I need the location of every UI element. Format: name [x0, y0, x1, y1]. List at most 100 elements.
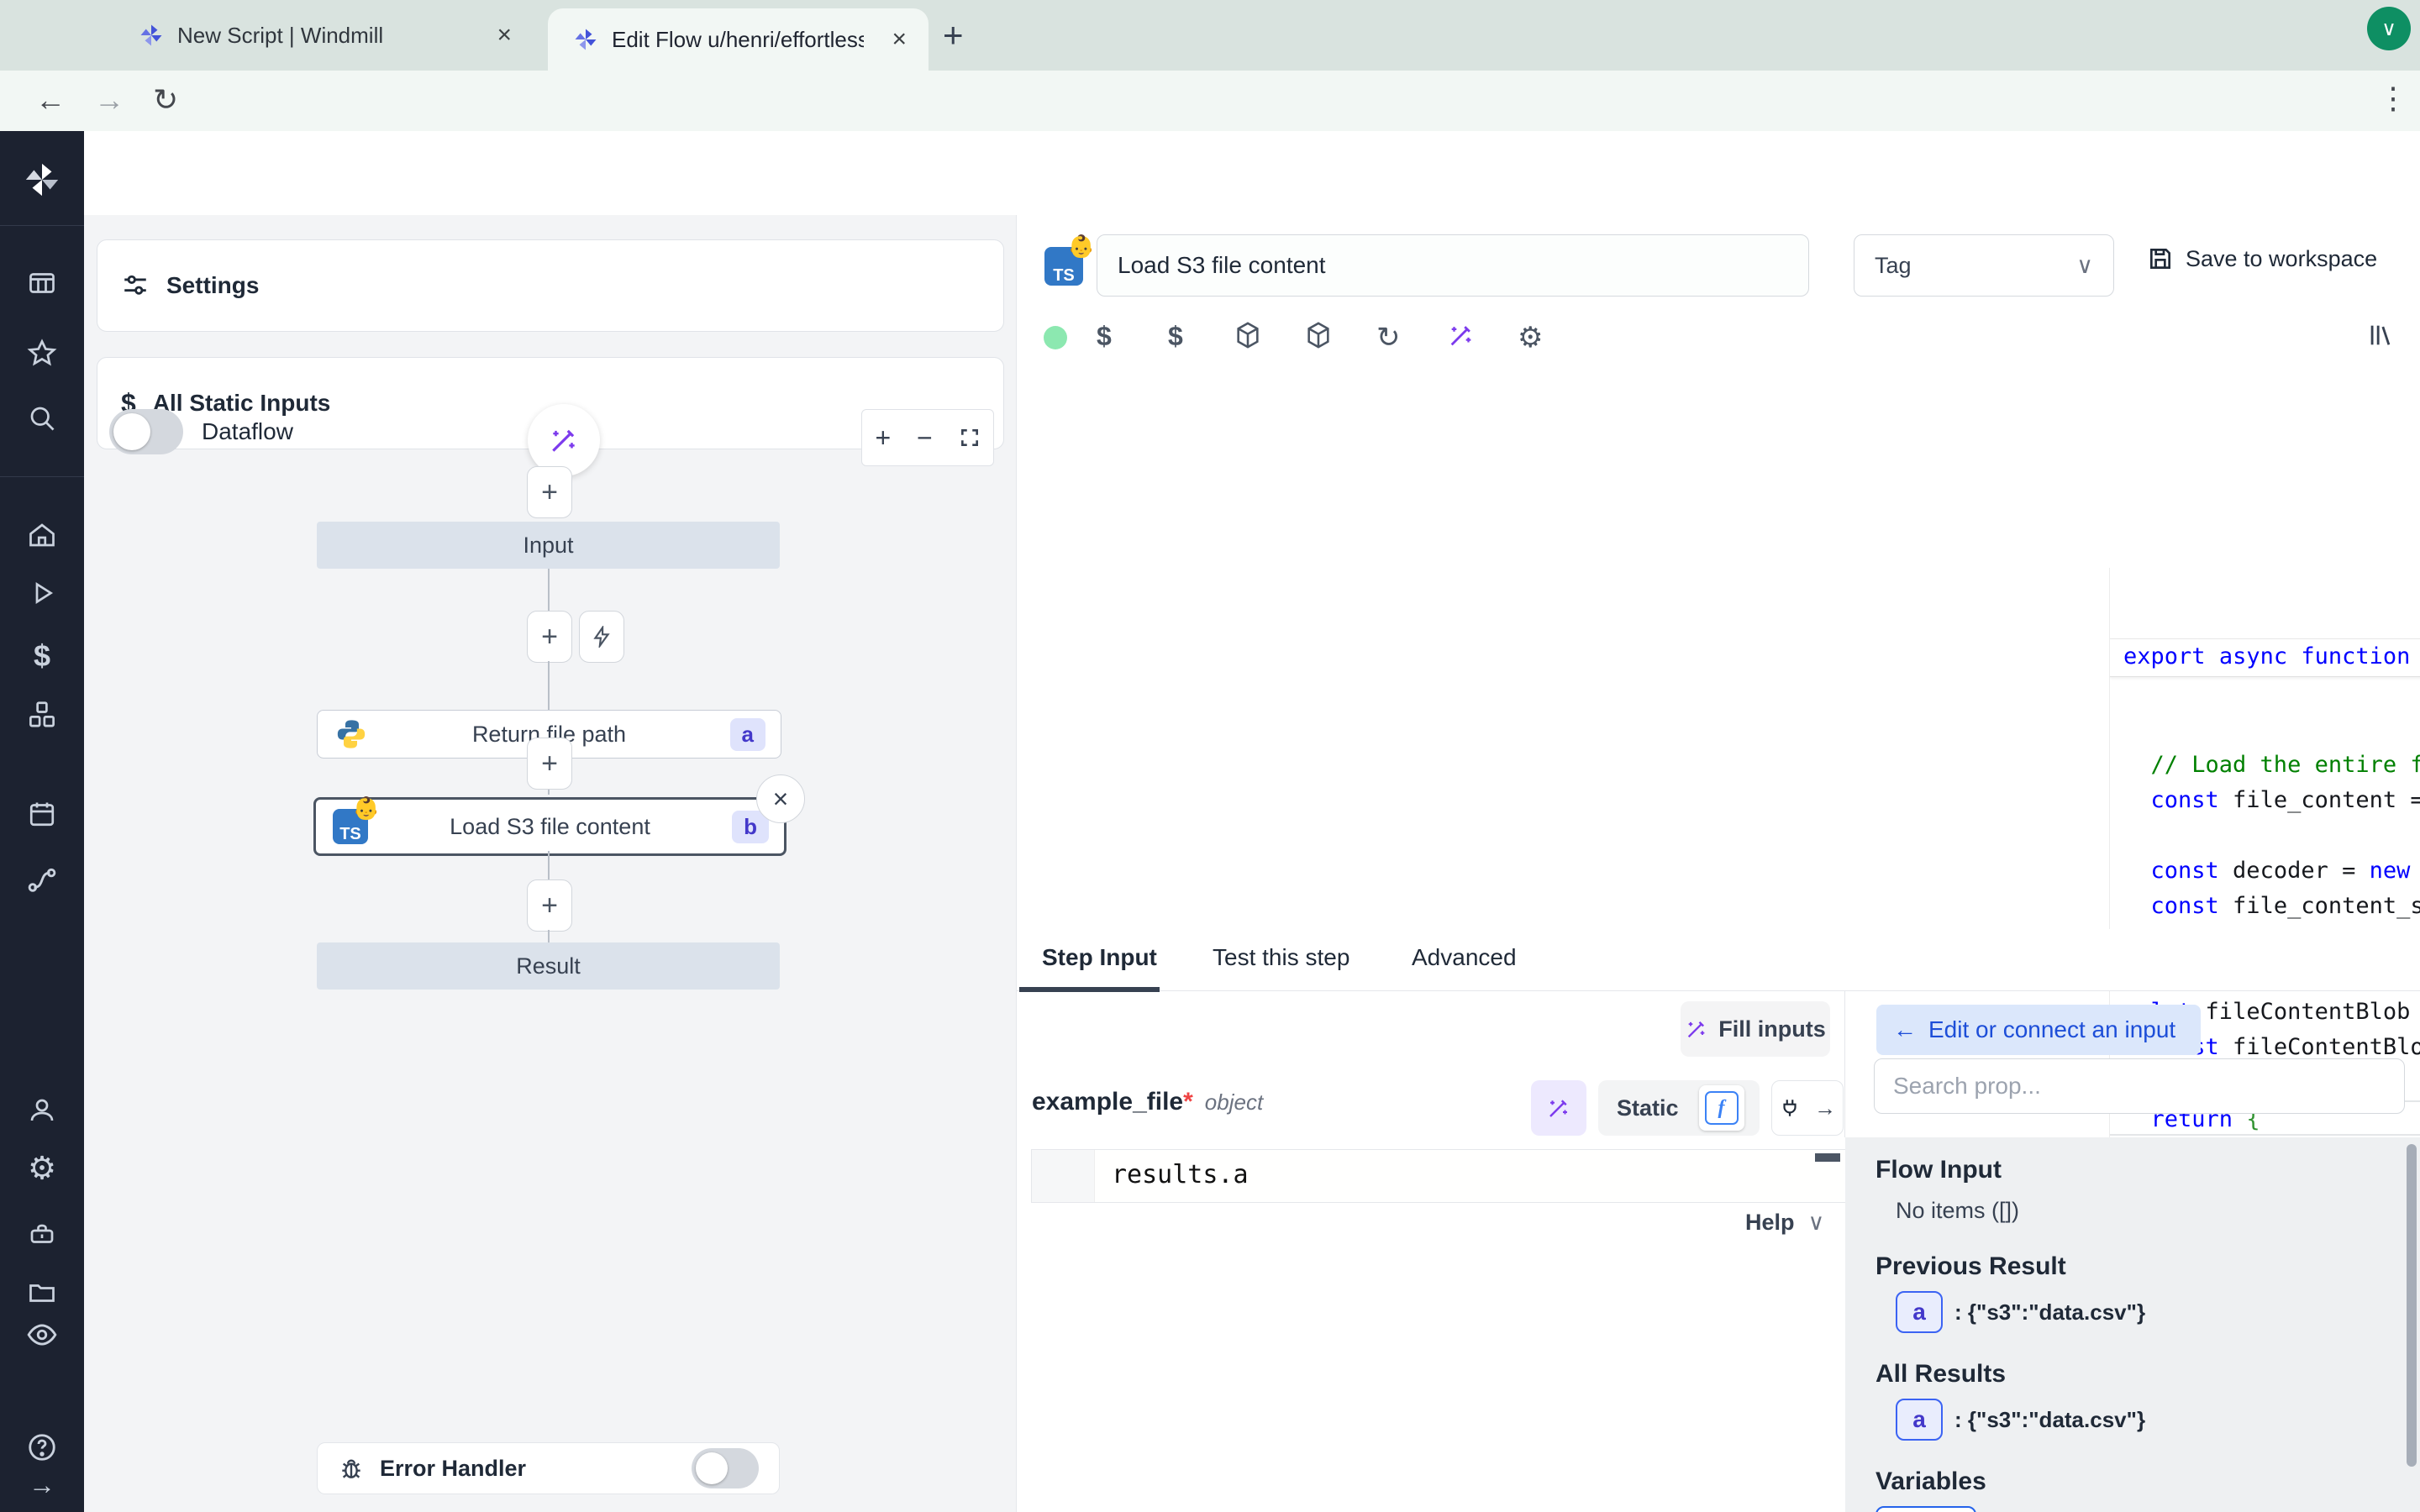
save-to-workspace-button[interactable]: Save to workspace — [2147, 245, 2377, 272]
routes-icon[interactable] — [26, 864, 58, 895]
code-line[interactable]: const file_content_str = decoder.decode(… — [2110, 889, 2420, 924]
result-key-badge[interactable]: a — [1896, 1291, 1943, 1333]
plus-icon: + — [541, 476, 558, 509]
code-sticky-line[interactable]: export async function main(example_file:… — [2110, 638, 2420, 677]
reload-icon[interactable]: ↻ — [153, 82, 178, 118]
arg-expression-editor[interactable]: results.a — [1031, 1149, 1846, 1203]
folders-icon[interactable] — [27, 1277, 57, 1307]
static-javascript-toggle[interactable]: Static f — [1598, 1080, 1760, 1136]
code-line[interactable]: const file_content = await windmillClien… — [2110, 783, 2420, 818]
ai-fill-arg-button[interactable] — [1531, 1080, 1586, 1136]
new-tab-button[interactable]: + — [943, 15, 964, 55]
browser-menu-kebab-icon[interactable]: ⋮ — [2378, 81, 2408, 116]
flow-settings-button[interactable]: Settings — [97, 239, 1004, 332]
close-icon[interactable]: × — [892, 25, 907, 54]
flow-result-node[interactable]: Result — [317, 942, 780, 990]
add-step-top-button[interactable]: + — [527, 466, 572, 518]
resources-icon[interactable] — [26, 699, 58, 731]
library-icon[interactable] — [2366, 321, 2395, 349]
result-key-badge[interactable]: a — [1896, 1399, 1943, 1441]
result-value[interactable]: : {"s3":"data.csv"} — [1954, 1299, 2145, 1326]
search-icon[interactable] — [27, 403, 57, 433]
help-icon[interactable] — [26, 1431, 58, 1463]
variables-expand-button[interactable]: {...} — [1876, 1506, 1976, 1512]
dataflow-toggle[interactable] — [109, 409, 183, 454]
home-icon[interactable] — [27, 520, 57, 550]
audit-logs-eye-icon[interactable] — [26, 1319, 58, 1351]
reload-script-icon[interactable]: ↻ — [1376, 321, 1401, 354]
add-step-button[interactable]: + — [527, 738, 572, 790]
result-value[interactable]: : {"s3":"data.csv"} — [1954, 1407, 2145, 1433]
browser-tab-edit-flow[interactable]: Edit Flow u/henri/effortless_fl × — [548, 8, 929, 71]
plug-icon — [1779, 1097, 1801, 1119]
code-line[interactable]: const decoder = new TextDecoder(); — [2110, 853, 2420, 889]
windmill-logo[interactable] — [23, 160, 61, 199]
code-line[interactable] — [2110, 818, 2420, 853]
node-label: Result — [317, 953, 780, 979]
static-label: Static — [1617, 1095, 1679, 1121]
arrow-right-icon: → — [1814, 1095, 1836, 1121]
tag-select[interactable]: Tag ∨ — [1854, 234, 2114, 297]
error-handler-label: Error Handler — [380, 1456, 526, 1482]
variables-icon[interactable]: $ — [34, 638, 50, 674]
javascript-expr-button[interactable]: f — [1699, 1085, 1744, 1131]
add-step-button[interactable]: + — [527, 879, 572, 932]
add-step-button[interactable]: + — [527, 611, 572, 663]
fit-view-icon[interactable] — [959, 427, 981, 449]
connect-panel-scrollbar[interactable] — [2407, 1144, 2417, 1467]
back-icon[interactable]: ← — [35, 82, 66, 118]
connect-input-group[interactable]: → — [1771, 1080, 1844, 1136]
close-icon[interactable]: × — [497, 21, 512, 50]
workers-icon[interactable] — [27, 1218, 57, 1248]
step-tabs-bar: Step Input Test this step Advanced — [1017, 929, 2420, 991]
expr-scrollbar[interactable] — [1815, 1153, 1840, 1162]
search-prop-input[interactable]: Search prop... — [1874, 1058, 2405, 1114]
panel-divider — [1844, 991, 1845, 1137]
step-id-badge: a — [730, 718, 765, 751]
flow-input-node[interactable]: Input — [317, 522, 780, 569]
delete-step-button[interactable]: × — [756, 774, 805, 823]
chevron-down-icon: ∨ — [2381, 17, 2396, 41]
apps-icon[interactable] — [27, 268, 57, 298]
ai-edit-wand-icon[interactable] — [1447, 321, 1476, 349]
help-dropdown[interactable]: Help ∨ — [1745, 1210, 1824, 1236]
connect-options-panel: Flow Input No items ([]) Previous Result… — [1845, 1137, 2420, 1512]
magic-wand-icon — [1685, 1017, 1708, 1041]
flow-toolbar: Untitled ✎ ↶ ↷ ✎ Path u/henri/eff ⋮ ± Di… — [84, 131, 2420, 216]
package-icon[interactable] — [1304, 321, 1333, 349]
tab-step-input[interactable]: Step Input — [1042, 944, 1157, 971]
step-summary-input[interactable]: Load S3 file content — [1097, 234, 1809, 297]
settings-gear-icon[interactable]: ⚙ — [28, 1150, 56, 1188]
fill-inputs-button[interactable]: Fill inputs — [1681, 1001, 1830, 1057]
baby-emoji-icon: 👶 — [353, 795, 380, 822]
variables-picker-icon[interactable]: $ — [1097, 321, 1112, 352]
expr-value[interactable]: results.a — [1095, 1150, 1249, 1202]
error-handler-card[interactable]: Error Handler — [317, 1442, 780, 1494]
collapse-sidebar-icon[interactable]: → — [29, 1470, 55, 1501]
canvas-zoom-controls: + − — [861, 409, 994, 466]
code-line[interactable]: // Load the entire file_content as a Uin… — [2110, 748, 2420, 783]
resources-picker-icon[interactable]: $ — [1168, 321, 1183, 352]
script-settings-gear-icon[interactable]: ⚙ — [1518, 321, 1543, 354]
step-b-node-selected[interactable]: TS 👶 Load S3 file content b — [313, 797, 786, 856]
tab-advanced[interactable]: Advanced — [1412, 944, 1517, 971]
expr-gutter — [1032, 1150, 1095, 1202]
browser-profile-chip[interactable]: ∨ — [2367, 7, 2411, 50]
runs-icon[interactable] — [27, 578, 57, 608]
baby-emoji-icon: 👶 — [1068, 234, 1095, 260]
edit-or-connect-back-button[interactable]: ← Edit or connect an input — [1876, 1005, 2201, 1055]
zoom-out-button[interactable]: − — [917, 423, 933, 454]
zoom-in-button[interactable]: + — [875, 423, 891, 454]
help-label: Help — [1745, 1210, 1795, 1236]
forward-icon[interactable]: → — [94, 82, 124, 118]
package-icon[interactable] — [1234, 321, 1262, 349]
favorites-star-icon[interactable] — [27, 338, 57, 368]
add-trigger-button[interactable] — [579, 611, 624, 663]
edit-or-connect-label: Edit or connect an input — [1928, 1016, 2175, 1043]
user-icon[interactable] — [27, 1095, 57, 1126]
close-icon: × — [773, 784, 789, 815]
browser-tab-new-script[interactable]: New Script | Windmill × — [139, 0, 534, 71]
error-handler-toggle[interactable] — [692, 1448, 759, 1488]
schedules-calendar-icon[interactable] — [27, 799, 57, 829]
tab-test-this-step[interactable]: Test this step — [1213, 944, 1349, 971]
